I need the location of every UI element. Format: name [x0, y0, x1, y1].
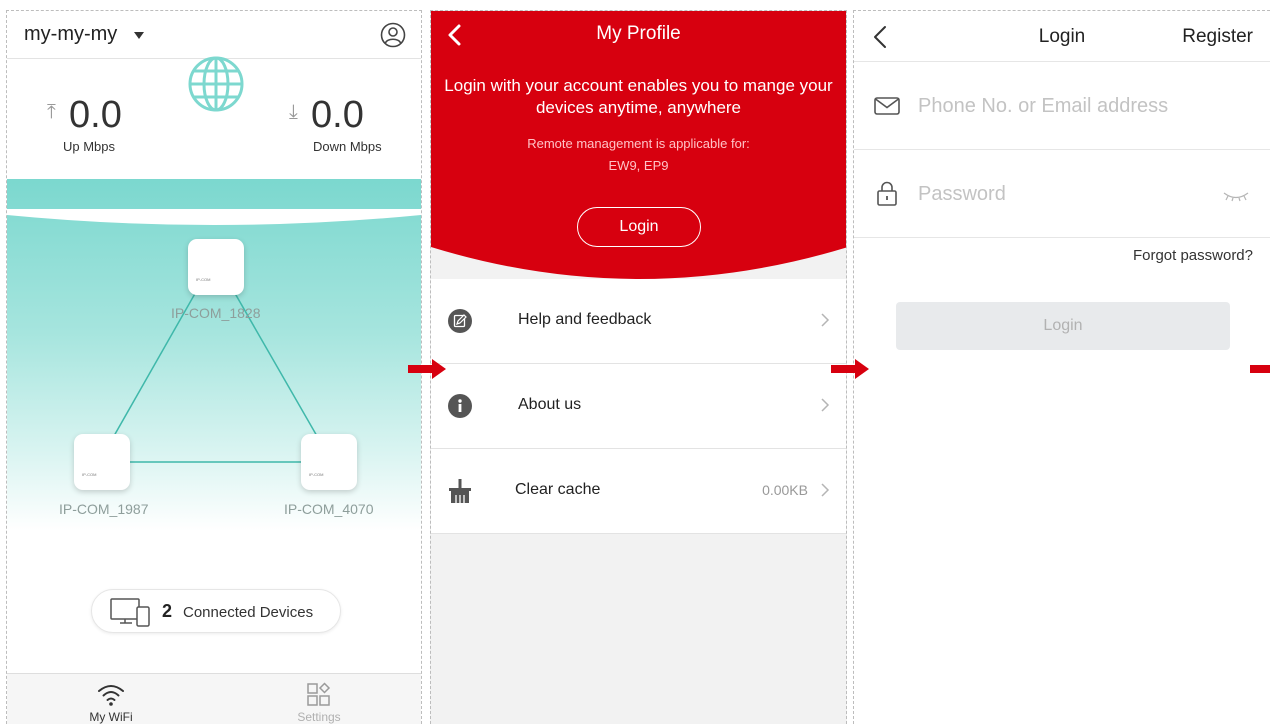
menu-list: Help and feedback About us Clear cache 0…	[431, 279, 846, 534]
login-screen: Login Register Forgot password? Login	[853, 10, 1270, 724]
node-label-1987: IP-COM_1987	[59, 501, 149, 517]
node-label-4070: IP-COM_4070	[284, 501, 374, 517]
login-button[interactable]: Login	[577, 207, 701, 247]
remote-note: Remote management is applicable for: EW9…	[431, 133, 846, 177]
node-brand: IP-COM	[82, 472, 97, 477]
devices-icon	[110, 598, 150, 627]
settings-grid-icon	[307, 682, 331, 706]
menu-item-about[interactable]: About us	[431, 364, 846, 449]
network-name[interactable]: my-my-my	[24, 23, 117, 46]
my-profile-screen: My Profile Login with your account enabl…	[430, 10, 847, 724]
node-label-1828: IP-COM_1828	[171, 305, 261, 321]
password-input[interactable]	[918, 178, 1218, 210]
lock-icon	[877, 181, 897, 206]
phone-email-row	[854, 62, 1270, 150]
phone-email-input[interactable]	[918, 90, 1218, 122]
flow-arrow-icon	[408, 359, 446, 379]
node-brand: IP-COM	[196, 277, 211, 282]
wifi-header: my-my-my	[7, 11, 421, 59]
register-link[interactable]: Register	[1182, 26, 1253, 48]
globe-icon[interactable]	[187, 55, 245, 113]
my-wifi-screen: my-my-my ⤒ 0.0 Up Mbps ⤓ 0.0 Down Mbps I…	[6, 10, 422, 724]
login-submit-button[interactable]: Login	[896, 302, 1230, 350]
chevron-right-icon	[821, 483, 830, 497]
broom-icon	[449, 479, 471, 503]
eye-closed-icon[interactable]	[1222, 190, 1250, 202]
mail-icon	[874, 97, 900, 115]
tab-label: Settings	[297, 710, 341, 724]
login-header: Login Register	[854, 11, 1270, 62]
info-icon	[448, 394, 472, 418]
tab-bar: My WiFi Settings	[7, 673, 421, 724]
remote-note-line1: Remote management is applicable for:	[527, 136, 750, 151]
login-intro: Login with your account enables you to m…	[444, 76, 833, 117]
tab-my-wifi[interactable]: My WiFi	[41, 674, 181, 724]
upload-arrow-icon: ⤒	[47, 101, 56, 123]
node-brand: IP-COM	[309, 472, 324, 477]
caret-down-icon[interactable]	[134, 32, 144, 39]
menu-label: About us	[518, 396, 582, 413]
devices-count: 2	[162, 601, 173, 621]
connected-devices-button[interactable]: 2 Connected Devices	[91, 589, 341, 633]
remote-note-line2: EW9, EP9	[608, 158, 669, 173]
password-row	[854, 150, 1270, 238]
tab-settings[interactable]: Settings	[249, 674, 389, 724]
mesh-node-1828[interactable]: IP-COM	[188, 239, 244, 295]
menu-label: Help and feedback	[518, 311, 652, 328]
menu-item-clear-cache[interactable]: Clear cache 0.00KB	[431, 449, 846, 534]
speed-area: ⤒ 0.0 Up Mbps ⤓ 0.0 Down Mbps	[7, 56, 421, 225]
page-title: My Profile	[596, 23, 681, 44]
profile-hero: My Profile Login with your account enabl…	[431, 11, 846, 301]
chevron-right-icon	[821, 313, 830, 327]
menu-label: Clear cache	[515, 481, 601, 498]
account-icon[interactable]	[380, 22, 406, 48]
mesh-node-4070[interactable]: IP-COM	[301, 434, 357, 490]
chevron-right-icon	[821, 398, 830, 412]
download-label: Down Mbps	[313, 139, 382, 154]
flow-arrow-icon	[831, 359, 869, 379]
wifi-icon	[98, 685, 124, 706]
wave-divider	[7, 209, 421, 225]
devices-label: Connected Devices	[183, 604, 314, 621]
menu-item-help[interactable]: Help and feedback	[431, 279, 846, 364]
upload-label: Up Mbps	[63, 139, 116, 154]
mesh-node-1987[interactable]: IP-COM	[74, 434, 130, 490]
forgot-password-link[interactable]: Forgot password?	[1133, 247, 1253, 264]
tab-label: My WiFi	[89, 710, 133, 724]
cache-size: 0.00KB	[762, 482, 808, 498]
download-value: 0.0	[311, 94, 364, 136]
download-arrow-icon: ⤓	[289, 101, 298, 123]
upload-value: 0.0	[69, 94, 122, 136]
flow-arrow-icon	[1250, 365, 1270, 373]
edit-icon	[448, 309, 472, 333]
